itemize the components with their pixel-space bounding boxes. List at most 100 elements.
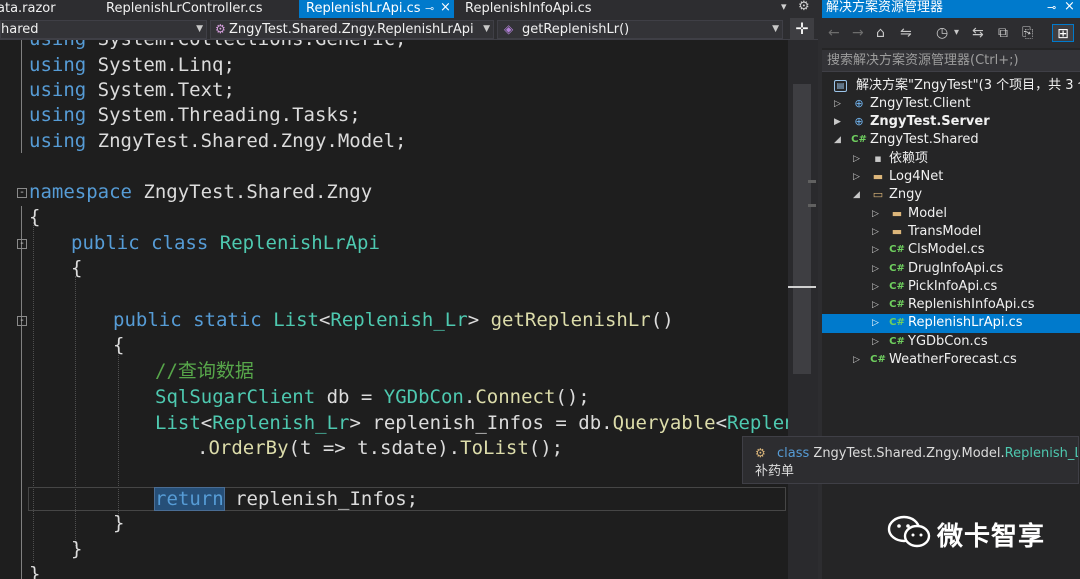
generic-open: < — [200, 412, 213, 434]
project-dropdown[interactable]: hared ▼ — [0, 20, 207, 39]
expand-icon[interactable]: ▷ — [834, 95, 846, 113]
collapse-icon[interactable]: ◢ — [834, 131, 846, 149]
expand-icon[interactable]: ▷ — [872, 260, 884, 278]
member-dropdown[interactable]: ◈ getReplenishLr() ▼ — [497, 20, 783, 39]
wechat-icon — [887, 515, 931, 548]
solution-explorer-title-bar: 解决方案资源管理器 ⊸ × — [822, 0, 1080, 18]
scrollbar-thumb[interactable] — [793, 84, 811, 374]
csharp-file-icon: C# — [889, 263, 905, 274]
tooltip-type: Replenish_Lr — [1004, 446, 1079, 461]
tab-label: ata.razor — [0, 1, 56, 16]
type-replenish-lr: Replenish_Lr — [212, 412, 350, 434]
code-line: public static List<Replenish_Lr> getRepl… — [113, 308, 674, 333]
generic-close: > — [467, 309, 480, 331]
gear-icon[interactable]: ⚙ — [798, 0, 810, 14]
folder-icon: ▬ — [891, 207, 903, 220]
expand-icon[interactable]: ▷ — [872, 241, 884, 259]
tab-replenishlrapi-active[interactable]: ReplenishLrApi.cs ⊸ × — [299, 0, 454, 18]
expand-icon[interactable]: ▷ — [872, 205, 884, 223]
code-editor[interactable]: using System.Collections.Generic; using … — [0, 40, 788, 579]
tree-item-label: ZngyTest.Shared — [870, 132, 979, 147]
method-connect: Connect — [475, 386, 556, 408]
chevron-down-icon: ▼ — [196, 24, 203, 34]
tab-data-razor[interactable]: ata.razor — [0, 0, 95, 18]
show-all-files-icon[interactable]: ⎘ — [1022, 24, 1033, 42]
tree-item-label: 解决方案"ZngyTest"(3 个项目，共 3 个 — [856, 78, 1080, 93]
tree-item-label: ReplenishInfoApi.cs — [908, 297, 1035, 312]
method-orderby: OrderBy — [208, 437, 289, 459]
csharp-file-icon: C# — [889, 317, 905, 328]
quick-info-tooltip: ⚙ class ZngyTest.Shared.Zngy.Model.Reple… — [742, 436, 1079, 484]
code-line: return replenish_Infos; — [154, 487, 418, 512]
type-ygdbcon: YGDbCon — [383, 386, 464, 408]
comment: //查询数据 — [155, 360, 254, 382]
keyword-using: using — [29, 79, 87, 101]
tab-overflow-dropdown-icon[interactable]: ▾ — [781, 0, 787, 13]
brace: { — [71, 257, 83, 279]
tab-replenishlrcontroller[interactable]: ReplenishLrController.cs — [106, 0, 286, 18]
expand-icon[interactable]: ▷ — [872, 296, 884, 314]
expand-icon[interactable]: ▷ — [853, 168, 865, 186]
split-icon[interactable]: ✛ — [790, 18, 814, 40]
code-line: { — [71, 256, 82, 281]
expand-icon[interactable]: ▷ — [853, 150, 865, 168]
back-icon[interactable]: ← — [828, 24, 840, 42]
code-line: using ZngyTest.Shared.Zngy.Model; — [29, 129, 407, 154]
collapse-icon[interactable]: ◢ — [853, 186, 865, 204]
namespace-text: System.Threading.Tasks; — [86, 104, 361, 126]
expand-icon[interactable]: ▶ — [834, 113, 846, 131]
switch-views-icon[interactable]: ⇋ — [900, 24, 912, 42]
variable-replenish-infos: replenish_Infos = db. — [360, 412, 613, 434]
parens: (); — [528, 437, 564, 459]
pending-changes-icon[interactable]: ◷ — [936, 24, 948, 42]
method-queryable: Queryable — [612, 412, 716, 434]
chevron-down-icon: ▼ — [483, 24, 490, 34]
keyword-public: public — [71, 232, 140, 254]
dependencies-icon: ▪ — [874, 152, 882, 165]
editor-scrollbar[interactable] — [788, 40, 818, 579]
keyword-using: using — [29, 54, 87, 76]
sync-icon[interactable]: ⇆ — [972, 24, 984, 42]
preview-selected-icon[interactable]: ⊞ — [1052, 24, 1074, 42]
tree-item-label: ClsModel.cs — [908, 242, 985, 257]
type-list: List — [273, 309, 319, 331]
fold-toggle-icon[interactable]: - — [17, 188, 27, 198]
close-icon[interactable]: × — [1064, 0, 1075, 15]
chevron-down-icon[interactable]: ▾ — [954, 24, 959, 42]
solution-explorer-search-input[interactable]: 搜索解决方案资源管理器(Ctrl+;) — [822, 50, 1080, 72]
forward-icon[interactable]: → — [852, 24, 864, 42]
class-icon: ⚙ — [755, 446, 766, 460]
tree-item-label: DrugInfoApi.cs — [908, 261, 1004, 276]
brace: } — [29, 563, 41, 579]
using-block-guide — [21, 40, 22, 153]
tree-item-label: ZngyTest.Server — [870, 114, 990, 129]
solution-icon: ▤ — [834, 80, 847, 92]
brace: } — [113, 512, 125, 534]
type-replenish-lr: Replenish_Lr — [330, 309, 468, 331]
tooltip-keyword: class — [777, 446, 810, 461]
home-icon[interactable]: ⌂ — [876, 24, 885, 42]
expand-icon[interactable]: ▷ — [872, 314, 884, 332]
close-icon[interactable]: × — [440, 0, 451, 16]
collapse-all-icon[interactable]: ⧉ — [998, 24, 1008, 42]
type-replenish-truncated: Replenish_ — [727, 412, 788, 434]
fold-toggle-icon[interactable]: - — [17, 239, 27, 249]
fold-toggle-icon[interactable]: - — [17, 316, 27, 326]
expand-icon[interactable]: ▷ — [872, 333, 884, 351]
tree-item-label: TransModel — [908, 224, 982, 239]
code-line: List<Replenish_Lr> replenish_Infos = db.… — [155, 411, 788, 436]
code-line: } — [113, 511, 124, 536]
type-dropdown-value: ZngyTest.Shared.Zngy.ReplenishLrApi — [229, 22, 474, 37]
expand-icon[interactable]: ▷ — [872, 278, 884, 296]
expand-icon[interactable]: ▷ — [853, 351, 865, 369]
type-dropdown[interactable]: ⚙ ZngyTest.Shared.Zngy.ReplenishLrApi ▼ — [210, 20, 494, 39]
watermark: 微卡智享 — [887, 510, 1057, 552]
pin-icon[interactable]: ⊸ — [1047, 0, 1056, 16]
code-line: public class ReplenishLrApi — [71, 231, 380, 256]
csharp-file-icon: C# — [889, 281, 905, 292]
keyword-namespace: namespace — [29, 181, 132, 203]
tab-replenishinfoapi[interactable]: ReplenishInfoApi.cs — [465, 0, 755, 18]
expand-icon[interactable]: ▷ — [872, 223, 884, 241]
member-dropdown-value: getReplenishLr() — [522, 22, 630, 37]
pin-icon[interactable]: ⊸ — [425, 0, 434, 17]
